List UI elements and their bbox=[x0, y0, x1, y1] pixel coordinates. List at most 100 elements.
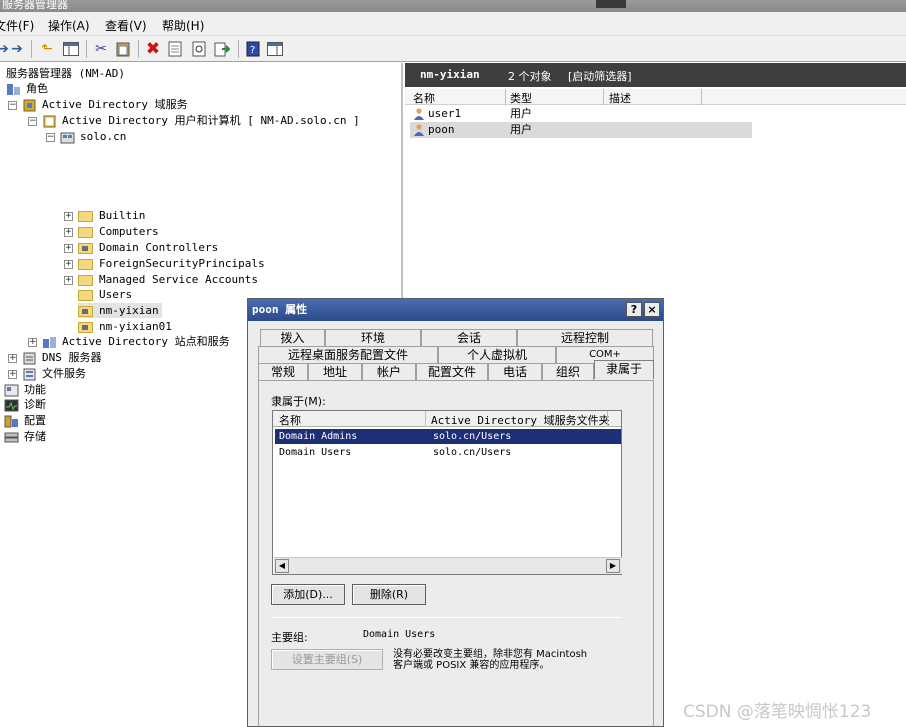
expand-icon[interactable]: + bbox=[64, 227, 73, 237]
expand-icon[interactable]: + bbox=[8, 353, 17, 363]
help-button[interactable]: ? bbox=[626, 302, 642, 317]
header-container-name: nm-yixian bbox=[420, 68, 480, 81]
tree-item-computers[interactable]: + Computers bbox=[64, 224, 159, 239]
tab-general[interactable]: 常规 bbox=[258, 363, 308, 380]
menu-file[interactable]: 文件(F) bbox=[0, 17, 34, 34]
collapse-icon[interactable]: − bbox=[8, 100, 17, 110]
column-divider[interactable] bbox=[425, 411, 426, 427]
tab-profile[interactable]: 配置文件 bbox=[416, 363, 488, 380]
user-icon bbox=[414, 124, 424, 136]
tree-item-nm-yixian[interactable]: nm-yixian bbox=[78, 303, 162, 318]
column-description[interactable]: 描述 bbox=[609, 90, 631, 106]
tab-sessions[interactable]: 会话 bbox=[421, 329, 517, 346]
menu-view[interactable]: 查看(V) bbox=[105, 17, 147, 34]
scroll-left-icon[interactable]: ◀ bbox=[275, 559, 289, 573]
tab-account[interactable]: 帐户 bbox=[362, 363, 416, 380]
tree-root[interactable]: 服务器管理器 (NM-AD) bbox=[6, 66, 125, 81]
dialog-title-bar[interactable]: poon 属性 ? × bbox=[248, 299, 663, 321]
header-filter-link[interactable]: [启动筛选器] bbox=[568, 68, 632, 84]
expand-icon[interactable]: + bbox=[64, 243, 73, 253]
tree-item-nm-yixian01[interactable]: nm-yixian01 bbox=[78, 319, 172, 334]
column-type[interactable]: 类型 bbox=[510, 90, 532, 106]
tree-item-ad-ds[interactable]: − Active Directory 域服务 bbox=[8, 97, 188, 112]
export-icon[interactable] bbox=[213, 40, 231, 58]
tree-item-dns[interactable]: + DNS 服务器 bbox=[8, 350, 102, 365]
group-row-domain-users[interactable]: Domain Users solo.cn/Users bbox=[275, 445, 621, 460]
tab-personal-vm[interactable]: 个人虚拟机 bbox=[438, 346, 556, 363]
add-button[interactable]: 添加(D)... bbox=[271, 584, 345, 605]
result-column-headers: 名称 类型 描述 bbox=[405, 89, 906, 105]
tree-item-diagnostics[interactable]: 诊断 bbox=[4, 397, 46, 412]
tree-item-managed-service-accounts[interactable]: + Managed Service Accounts bbox=[64, 272, 258, 287]
tree-item-ad-sites[interactable]: + Active Directory 站点和服务 bbox=[28, 334, 230, 349]
cut-icon[interactable]: ✂ bbox=[92, 40, 110, 58]
column-divider[interactable] bbox=[603, 89, 604, 105]
tree-item-users[interactable]: Users bbox=[78, 287, 132, 302]
tree-item-config[interactable]: 配置 bbox=[4, 413, 46, 428]
tree-item-domain[interactable]: − solo.cn bbox=[46, 129, 126, 144]
help-icon[interactable]: ? bbox=[244, 40, 262, 58]
paste-icon[interactable] bbox=[114, 40, 132, 58]
title-bar-button[interactable] bbox=[596, 0, 626, 8]
find-icon[interactable] bbox=[190, 40, 208, 58]
tab-member-of[interactable]: 隶属于 bbox=[594, 360, 654, 379]
expand-icon[interactable]: + bbox=[64, 259, 73, 269]
delete-icon[interactable]: ✖ bbox=[144, 39, 162, 59]
tree-label: solo.cn bbox=[80, 130, 127, 143]
tree-item-features[interactable]: 功能 bbox=[4, 382, 46, 397]
tree-item-builtin[interactable]: + Builtin bbox=[64, 208, 145, 223]
tree-label: Builtin bbox=[99, 209, 146, 222]
close-button[interactable]: × bbox=[644, 302, 660, 317]
tree-item-domain-controllers[interactable]: + Domain Controllers bbox=[64, 240, 218, 255]
tab-environment[interactable]: 环境 bbox=[325, 329, 421, 346]
item-type: 用户 bbox=[510, 123, 532, 136]
dialog-title: poon 属性 bbox=[252, 303, 308, 316]
tree-label: Active Directory 用户和计算机 [ NM-AD.solo.cn … bbox=[62, 114, 360, 127]
diagnostics-icon bbox=[4, 399, 19, 412]
tab-dial-in[interactable]: 拨入 bbox=[260, 329, 325, 346]
tree-item-storage[interactable]: 存储 bbox=[4, 429, 46, 444]
tree-label: Active Directory 站点和服务 bbox=[62, 335, 230, 348]
group-list[interactable]: 名称 Active Directory 域服务文件夹 Domain Admins… bbox=[272, 410, 622, 575]
column-name[interactable]: 名称 bbox=[413, 90, 435, 106]
column-divider[interactable] bbox=[701, 89, 702, 105]
tree-item-roles[interactable]: 角色 bbox=[6, 81, 48, 96]
collapse-icon[interactable]: − bbox=[46, 132, 55, 142]
show-action-pane-icon[interactable] bbox=[266, 40, 284, 58]
list-item-poon[interactable]: poon 用户 bbox=[410, 122, 752, 138]
item-name: poon bbox=[428, 123, 455, 136]
sites-icon bbox=[42, 336, 57, 349]
tree-item-aduc[interactable]: − Active Directory 用户和计算机 [ NM-AD.solo.cn… bbox=[28, 113, 360, 128]
tree-item-foreign-security-principals[interactable]: + ForeignSecurityPrincipals bbox=[64, 256, 265, 271]
scroll-right-icon[interactable]: ▶ bbox=[606, 559, 620, 573]
up-folder-icon[interactable]: ⬑ bbox=[38, 40, 56, 58]
set-primary-group-button[interactable]: 设置主要组(S) bbox=[271, 649, 383, 670]
tab-organization[interactable]: 组织 bbox=[542, 363, 594, 380]
remove-button[interactable]: 删除(R) bbox=[352, 584, 426, 605]
list-item-user1[interactable]: user1 用户 bbox=[410, 106, 752, 122]
show-tree-icon[interactable] bbox=[62, 40, 80, 58]
expand-icon[interactable]: + bbox=[8, 369, 17, 379]
column-divider[interactable] bbox=[505, 89, 506, 105]
collapse-icon[interactable]: − bbox=[28, 116, 37, 126]
horizontal-scrollbar[interactable]: ◀ ▶ bbox=[274, 557, 622, 574]
column-divider[interactable] bbox=[607, 411, 608, 427]
group-row-domain-admins[interactable]: Domain Admins solo.cn/Users bbox=[275, 429, 621, 444]
tree-label: nm-yixian bbox=[99, 304, 159, 317]
expand-icon[interactable]: + bbox=[28, 337, 37, 347]
expand-icon[interactable]: + bbox=[64, 275, 73, 285]
tab-address[interactable]: 地址 bbox=[308, 363, 362, 380]
menu-action[interactable]: 操作(A) bbox=[48, 17, 90, 34]
forward-icon[interactable]: ➔ bbox=[8, 40, 26, 58]
tab-remote-control[interactable]: 远程控制 bbox=[517, 329, 653, 346]
properties-icon[interactable] bbox=[166, 40, 184, 58]
column-ad-folder[interactable]: Active Directory 域服务文件夹 bbox=[431, 412, 610, 428]
column-group-name[interactable]: 名称 bbox=[279, 412, 301, 428]
tab-telephones[interactable]: 电话 bbox=[488, 363, 542, 380]
tree-label: 功能 bbox=[24, 383, 46, 396]
tree-item-file-services[interactable]: + 文件服务 bbox=[8, 366, 86, 381]
menu-help[interactable]: 帮助(H) bbox=[162, 17, 204, 34]
tab-rds-profile[interactable]: 远程桌面服务配置文件 bbox=[258, 346, 438, 363]
expand-icon[interactable]: + bbox=[64, 211, 73, 221]
divider bbox=[272, 617, 622, 618]
